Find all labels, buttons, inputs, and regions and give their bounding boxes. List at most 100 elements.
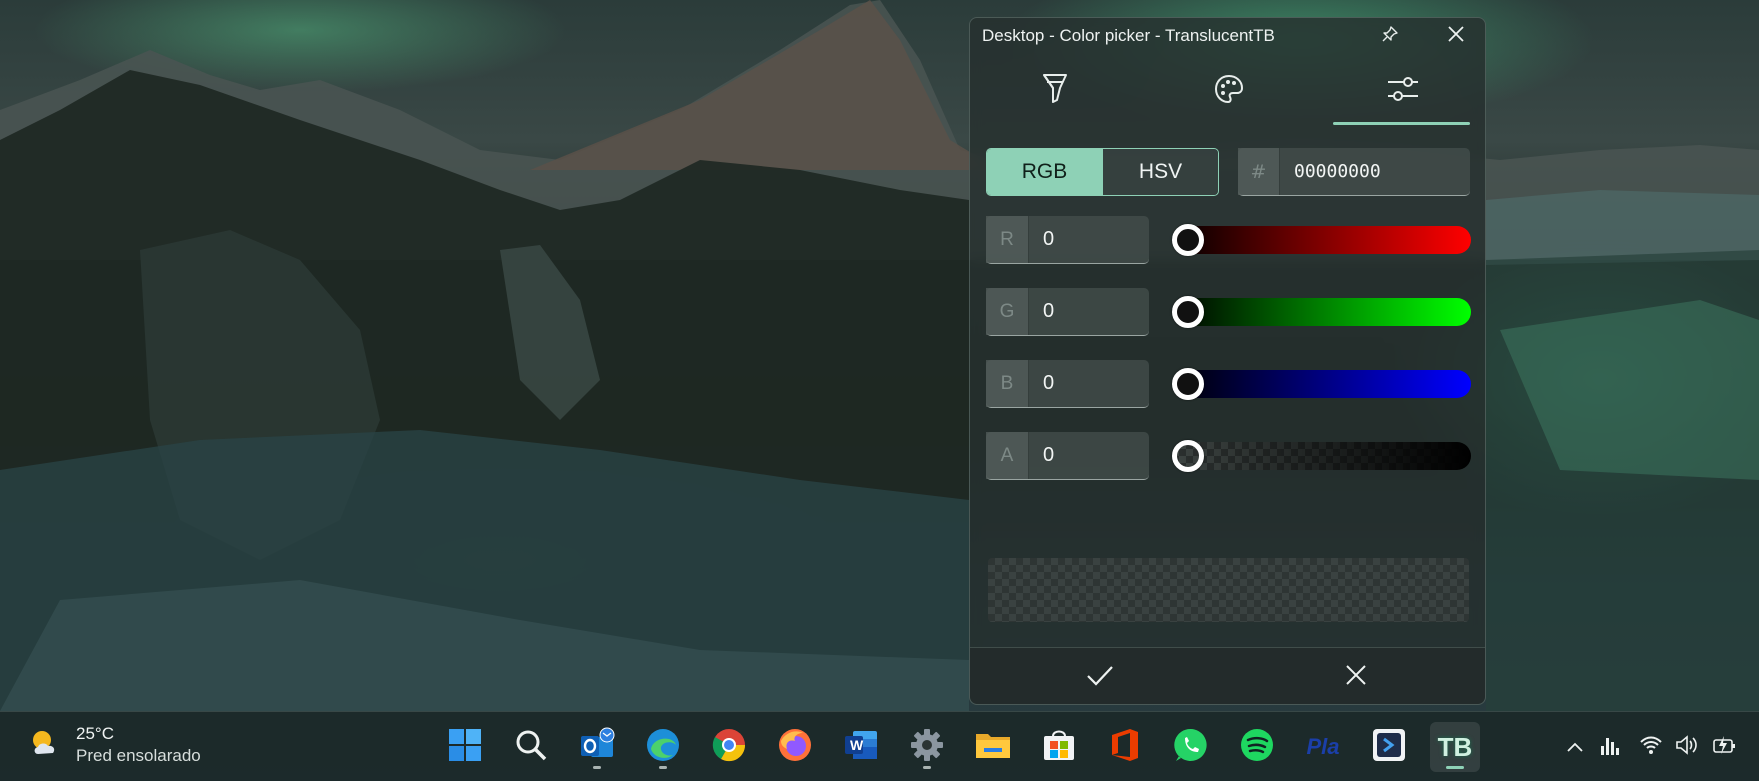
channel-red: R 0 [986, 216, 1471, 264]
color-picker-window: Desktop - Color picker - TranslucentTB R… [969, 17, 1486, 705]
folder-icon [974, 728, 1012, 766]
palette-icon [1213, 73, 1245, 109]
blue-slider[interactable] [1172, 368, 1471, 400]
cancel-button[interactable] [1246, 656, 1466, 698]
pin-icon [1381, 25, 1399, 47]
firefox-icon [777, 727, 813, 767]
running-indicator [659, 766, 667, 769]
color-mode-toggle: RGB HSV [986, 148, 1219, 196]
blue-value[interactable]: 0 [1029, 360, 1149, 407]
channel-green: G 0 [986, 288, 1471, 336]
tray-wifi[interactable] [1636, 732, 1666, 762]
blue-slider-thumb[interactable] [1172, 368, 1204, 400]
alpha-input[interactable]: A 0 [986, 432, 1149, 480]
taskbar-app-remote-desktop[interactable] [1364, 722, 1414, 772]
taskbar-app-microsoft-store[interactable] [1034, 722, 1084, 772]
taskbar-app-word[interactable]: W [836, 722, 886, 772]
window-title: Desktop - Color picker - TranslucentTB [982, 26, 1275, 45]
channel-alpha: A 0 [986, 432, 1471, 480]
pla-logo: Pla [1306, 734, 1340, 759]
remote-desktop-icon [1371, 727, 1407, 767]
dialog-footer [970, 647, 1485, 704]
taskbar-app-outlook[interactable] [572, 722, 622, 772]
red-value[interactable]: 0 [1029, 216, 1149, 263]
red-slider-thumb[interactable] [1172, 224, 1204, 256]
tray-volume[interactable] [1672, 732, 1702, 762]
weather-widget[interactable]: 25°C Pred ensolarado [28, 724, 201, 766]
word-letter: W [850, 737, 864, 753]
blue-label: B [986, 360, 1029, 407]
taskbar-app-file-explorer[interactable] [968, 722, 1018, 772]
close-button[interactable] [1434, 20, 1478, 52]
outlook-icon [579, 727, 615, 767]
show-hidden-icons-button[interactable] [1560, 732, 1590, 762]
running-indicator [1446, 766, 1464, 769]
tab-marker[interactable] [980, 60, 1130, 122]
green-label: G [986, 288, 1029, 335]
hex-input[interactable]: # 00000000 [1238, 148, 1470, 196]
channel-blue: B 0 [986, 360, 1471, 408]
close-icon [1447, 25, 1465, 47]
mode-hsv-button[interactable]: HSV [1102, 149, 1218, 195]
picker-tabs [970, 54, 1485, 146]
taskbar: 25°C Pred ensolarado W Pla TB [0, 711, 1759, 781]
tab-sliders[interactable] [1328, 60, 1478, 122]
start-button[interactable] [440, 722, 490, 772]
partly-sunny-icon [28, 726, 62, 764]
edge-icon [645, 727, 681, 767]
weather-condition: Pred ensolarado [76, 746, 201, 765]
alpha-value[interactable]: 0 [1029, 432, 1149, 479]
alpha-slider-thumb[interactable] [1172, 440, 1204, 472]
tray-battery[interactable] [1710, 732, 1740, 762]
hex-value[interactable]: 00000000 [1280, 148, 1470, 195]
chevron-up-icon [1566, 738, 1584, 757]
pin-button[interactable] [1368, 20, 1412, 52]
taskbar-app-edge[interactable] [638, 722, 688, 772]
taskbar-app-whatsapp[interactable] [1166, 722, 1216, 772]
title-bar[interactable]: Desktop - Color picker - TranslucentTB [970, 18, 1485, 54]
red-input[interactable]: R 0 [986, 216, 1149, 264]
color-preview [988, 558, 1469, 622]
mode-rgb-button[interactable]: RGB [987, 149, 1102, 195]
search-button[interactable] [506, 722, 556, 772]
alpha-label: A [986, 432, 1029, 479]
taskbar-app-spotify[interactable] [1232, 722, 1282, 772]
taskbar-app-settings[interactable] [902, 722, 952, 772]
battery-charging-icon [1712, 734, 1738, 760]
running-indicator [593, 766, 601, 769]
office-icon [1108, 727, 1142, 767]
gear-icon [909, 727, 945, 767]
marker-icon [1040, 72, 1070, 110]
windows-icon [448, 728, 482, 766]
taskbar-app-chrome[interactable] [704, 722, 754, 772]
blue-input[interactable]: B 0 [986, 360, 1149, 408]
sliders-icon [1386, 74, 1420, 108]
search-icon [514, 728, 548, 766]
speaker-icon [1675, 734, 1699, 760]
taskbar-app-translucenttb[interactable]: TB [1430, 722, 1480, 772]
hex-prefix: # [1238, 148, 1280, 195]
chrome-icon [711, 727, 747, 767]
tab-selected-indicator [1333, 122, 1470, 125]
green-slider-thumb[interactable] [1172, 296, 1204, 328]
close-icon [1345, 664, 1367, 690]
store-icon [1041, 727, 1077, 767]
red-label: R [986, 216, 1029, 263]
green-slider[interactable] [1172, 296, 1471, 328]
green-input[interactable]: G 0 [986, 288, 1149, 336]
weather-temperature: 25°C [76, 724, 114, 743]
alpha-slider[interactable] [1172, 440, 1471, 472]
taskbar-app-firefox[interactable] [770, 722, 820, 772]
desktop-wallpaper [0, 0, 1759, 781]
red-slider[interactable] [1172, 224, 1471, 256]
taskbar-app-pla[interactable]: Pla [1298, 722, 1348, 772]
translucenttb-logo: TB [1437, 731, 1473, 762]
checkmark-icon [1086, 664, 1114, 690]
tray-audio-meter[interactable] [1596, 732, 1626, 762]
wifi-icon [1639, 735, 1663, 759]
green-value[interactable]: 0 [1029, 288, 1149, 335]
taskbar-app-office[interactable] [1100, 722, 1150, 772]
equalizer-icon [1600, 734, 1622, 760]
confirm-button[interactable] [990, 656, 1210, 698]
tab-palette[interactable] [1154, 60, 1304, 122]
